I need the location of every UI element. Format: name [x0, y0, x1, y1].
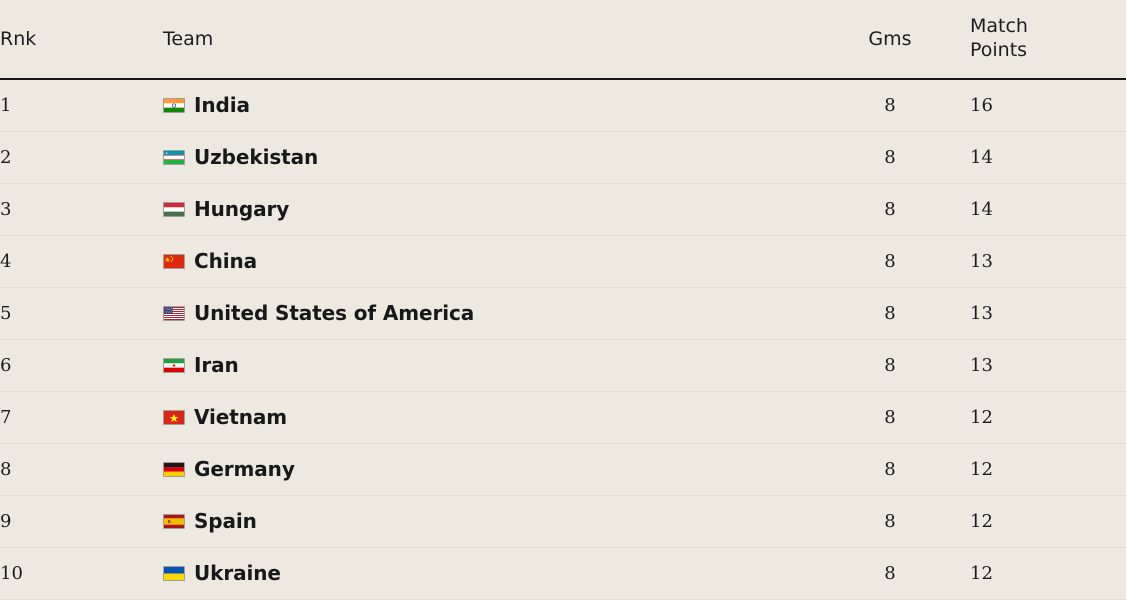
team-name[interactable]: United States of America: [194, 301, 474, 325]
team-name[interactable]: Hungary: [194, 197, 289, 221]
team-wrapper: Iran: [163, 353, 810, 377]
cell-games: 8: [810, 235, 970, 288]
column-header-match-points-line2: Points: [970, 39, 1028, 61]
table-row[interactable]: 6 Iran 8 13: [0, 339, 1126, 392]
table-row[interactable]: 7 Vietnam 8 12: [0, 391, 1126, 444]
team-name[interactable]: India: [194, 93, 250, 117]
cell-rank: 4: [0, 235, 163, 288]
cell-match-points: 14: [970, 131, 1126, 184]
flag-spain-icon: [163, 513, 185, 529]
team-name[interactable]: Germany: [194, 457, 295, 481]
column-header-team[interactable]: Team: [163, 0, 810, 80]
team-wrapper: United States of America: [163, 301, 810, 325]
table-header-row: Rnk Team Gms Match Points: [0, 0, 1126, 80]
cell-games: 8: [810, 79, 970, 132]
cell-rank: 6: [0, 339, 163, 392]
cell-games: 8: [810, 391, 970, 444]
table-row[interactable]: 1 India 8 16: [0, 79, 1126, 132]
team-wrapper: Spain: [163, 509, 810, 533]
cell-games: 8: [810, 443, 970, 496]
cell-games: 8: [810, 287, 970, 340]
table-row[interactable]: 4 China 8 13: [0, 235, 1126, 288]
table-row[interactable]: 10 Ukraine 8 12: [0, 547, 1126, 600]
cell-team: United States of America: [163, 287, 810, 340]
cell-match-points: 13: [970, 235, 1126, 288]
cell-rank: 9: [0, 495, 163, 548]
table-row[interactable]: 5 United States of America 8 13: [0, 287, 1126, 340]
cell-games: 8: [810, 183, 970, 236]
cell-games: 8: [810, 495, 970, 548]
cell-team: Ukraine: [163, 547, 810, 600]
cell-games: 8: [810, 131, 970, 184]
cell-games: 8: [810, 547, 970, 600]
cell-team: Spain: [163, 495, 810, 548]
cell-team: China: [163, 235, 810, 288]
cell-match-points: 13: [970, 287, 1126, 340]
cell-match-points: 16: [970, 79, 1126, 132]
team-name[interactable]: China: [194, 249, 257, 273]
cell-match-points: 12: [970, 443, 1126, 496]
flag-uzbekistan-icon: [163, 149, 185, 165]
flag-ukraine-icon: [163, 565, 185, 581]
cell-match-points: 13: [970, 339, 1126, 392]
cell-match-points: 12: [970, 547, 1126, 600]
column-header-match-points[interactable]: Match Points: [970, 0, 1126, 80]
table-header: Rnk Team Gms Match Points: [0, 0, 1126, 80]
cell-rank: 3: [0, 183, 163, 236]
cell-games: 8: [810, 339, 970, 392]
column-header-games[interactable]: Gms: [810, 0, 970, 80]
cell-team: Uzbekistan: [163, 131, 810, 184]
flag-germany-icon: [163, 461, 185, 477]
table-row[interactable]: 9 Spain 8 12: [0, 495, 1126, 548]
column-header-rank[interactable]: Rnk: [0, 0, 163, 80]
team-wrapper: Germany: [163, 457, 810, 481]
standings-table: Rnk Team Gms Match Points 1 India 8 16 2 Uz…: [0, 0, 1126, 600]
team-wrapper: Uzbekistan: [163, 145, 810, 169]
cell-rank: 7: [0, 391, 163, 444]
team-name[interactable]: Iran: [194, 353, 239, 377]
team-name[interactable]: Ukraine: [194, 561, 281, 585]
flag-china-icon: [163, 253, 185, 269]
cell-team: India: [163, 79, 810, 132]
cell-match-points: 12: [970, 391, 1126, 444]
flag-iran-icon: [163, 357, 185, 373]
team-wrapper: Vietnam: [163, 405, 810, 429]
flag-united-states-icon: [163, 305, 185, 321]
cell-rank: 10: [0, 547, 163, 600]
flag-hungary-icon: [163, 201, 185, 217]
team-name[interactable]: Spain: [194, 509, 257, 533]
cell-rank: 1: [0, 79, 163, 132]
cell-team: Hungary: [163, 183, 810, 236]
table-row[interactable]: 2 Uzbekistan 8 14: [0, 131, 1126, 184]
table-body: 1 India 8 16 2 Uzbekistan 8 14 3 Hungary 8 14 4 C…: [0, 79, 1126, 600]
table-row[interactable]: 8 Germany 8 12: [0, 443, 1126, 496]
cell-rank: 2: [0, 131, 163, 184]
flag-india-icon: [163, 97, 185, 113]
cell-match-points: 14: [970, 183, 1126, 236]
cell-rank: 8: [0, 443, 163, 496]
team-name[interactable]: Uzbekistan: [194, 145, 318, 169]
team-wrapper: China: [163, 249, 810, 273]
team-wrapper: Ukraine: [163, 561, 810, 585]
cell-team: Vietnam: [163, 391, 810, 444]
team-wrapper: India: [163, 93, 810, 117]
cell-rank: 5: [0, 287, 163, 340]
column-header-match-points-line1: Match: [970, 15, 1028, 38]
cell-team: Germany: [163, 443, 810, 496]
cell-team: Iran: [163, 339, 810, 392]
team-name[interactable]: Vietnam: [194, 405, 287, 429]
table-row[interactable]: 3 Hungary 8 14: [0, 183, 1126, 236]
cell-match-points: 12: [970, 495, 1126, 548]
team-wrapper: Hungary: [163, 197, 810, 221]
flag-vietnam-icon: [163, 409, 185, 425]
